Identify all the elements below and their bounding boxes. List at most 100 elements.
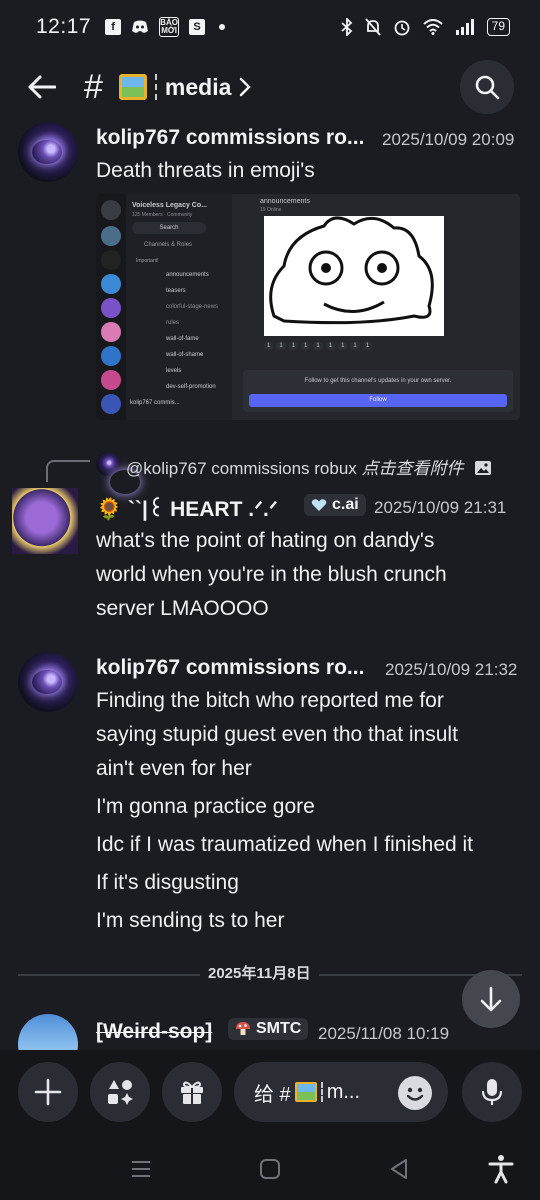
add-attachment-button[interactable] [18, 1062, 78, 1122]
attachment-server-sub: 125 Members · Community [132, 212, 193, 218]
attachment-server-name: Voiceless Legacy Co... [132, 202, 207, 209]
plus-icon [34, 1078, 62, 1106]
system-icons: 79 [341, 18, 510, 36]
attachment-channel: colorful-stage-news [166, 304, 219, 310]
bluetooth-icon [341, 18, 352, 36]
back-nav-icon[interactable] [388, 1158, 410, 1180]
message: kolip767 commissions ro... 2025/10/09 21… [0, 650, 540, 940]
date-divider-label: 2025年11月8日 [200, 962, 319, 983]
recent-apps-icon[interactable] [130, 1158, 152, 1180]
gift-button[interactable] [162, 1062, 222, 1122]
attachment-channel: dev-self-promotion [166, 384, 216, 390]
avatar[interactable] [12, 488, 78, 554]
message-timestamp: 2025/10/09 20:09 [382, 130, 515, 149]
server-icon [101, 322, 121, 342]
doodle-face-illustration [269, 216, 434, 325]
message-timestamp: 2025/10/09 21:31 [374, 498, 507, 517]
reaction-chip: 1 [276, 342, 286, 350]
author-name[interactable]: 🌻 ``|꒰ HEART .ᐟ.ᐟ [96, 494, 278, 522]
chevron-right-icon[interactable] [239, 77, 252, 97]
discord-icon [132, 20, 149, 33]
reaction-row: 1 1 1 1 1 1 1 1 1 [264, 342, 373, 350]
search-icon [475, 75, 500, 100]
avatar[interactable] [18, 122, 78, 182]
reply-preview[interactable]: @kolip767 commissions robux 点击查看附件 [126, 454, 492, 479]
author-name[interactable]: [Weird-sop] [96, 1020, 212, 1044]
server-icon [101, 274, 121, 294]
message-text: Death threats in emoji's [96, 159, 315, 182]
message-text: I'm sending ts to her [96, 909, 285, 932]
reaction-chip: 1 [313, 342, 323, 350]
message-text: saying stupid guest even tho that insult [96, 723, 458, 746]
message-timestamp: 2025/10/09 21:32 [385, 660, 518, 679]
server-icon [101, 394, 121, 414]
message-list[interactable]: kolip767 commissions ro... 2025/10/09 20… [0, 120, 540, 1050]
framed-picture-icon [118, 74, 147, 100]
reaction-chip: 1 [301, 342, 311, 350]
back-button[interactable] [12, 57, 72, 117]
reaction-chip: 1 [288, 342, 299, 350]
attachment-online: 19 Online [260, 207, 282, 213]
baomoi-icon: BÁO MỚI [159, 17, 180, 37]
message-text: I'm gonna practice gore [96, 795, 315, 818]
reply-hint: 点击查看附件 [361, 459, 464, 478]
attachment-channel: wall-of-fame [166, 336, 199, 342]
server-tag[interactable]: c.ai [304, 494, 366, 516]
author-name[interactable]: kolip767 commissions ro... [96, 126, 364, 150]
gift-icon [181, 1081, 203, 1104]
attachment-user: kolip767 commis... [130, 400, 180, 406]
signal-icon [455, 19, 474, 35]
server-tag[interactable]: SMTC [228, 1018, 309, 1040]
smiley-face-icon [406, 1087, 424, 1101]
reaction-chip: 1 [362, 342, 373, 350]
avatar[interactable] [18, 652, 78, 712]
reaction-chip: 1 [325, 342, 336, 350]
author-name[interactable]: kolip767 commissions ro... [96, 656, 364, 680]
accessibility-icon[interactable] [488, 1154, 514, 1184]
input-placeholder-prefix: 给 # [254, 1083, 291, 1106]
server-tag-label: SMTC [256, 1020, 302, 1037]
apps-shapes-icon [108, 1080, 133, 1105]
server-icon [101, 226, 121, 246]
voice-message-button[interactable] [462, 1062, 522, 1122]
message-text: server LMAOOOO [96, 597, 269, 620]
image-attachment[interactable]: Voiceless Legacy Co... 125 Members · Com… [96, 194, 520, 420]
message-input[interactable]: 给 # m... [234, 1062, 448, 1122]
attachment-sidebar: Voiceless Legacy Co... 125 Members · Com… [96, 194, 232, 420]
server-icon [101, 250, 121, 270]
arrow-down-icon [480, 986, 502, 1012]
mute-bell-icon [364, 18, 381, 36]
channel-name[interactable]: media [165, 74, 231, 101]
attachment-channel: levels [166, 368, 182, 374]
reply-avatar [96, 452, 120, 476]
status-bar: 12:17 f BÁO MỚI S 79 [0, 0, 540, 54]
message: [Weird-sop] SMTC 2025/11/08 10:19 [0, 1014, 540, 1050]
attachment-channel-view: announcements 19 Online 1 1 1 1 1 1 1 1 … [236, 194, 520, 420]
microphone-icon [481, 1079, 503, 1105]
message-text: Idc if I was traumatized when I finished… [96, 833, 474, 856]
face-drawing [264, 216, 444, 336]
follow-description: Follow to get this channel's updates in … [304, 378, 452, 384]
apps-button[interactable] [90, 1062, 150, 1122]
battery-indicator: 79 [486, 18, 510, 36]
server-icon [101, 298, 121, 318]
input-placeholder-suffix: m... [326, 1080, 361, 1103]
server-tag-label: c.ai [332, 496, 359, 513]
attachment-search: Search [132, 222, 206, 234]
jump-to-bottom-button[interactable] [462, 970, 520, 1028]
shopee-icon: S [189, 19, 206, 35]
emoji-button[interactable] [398, 1076, 432, 1110]
image-icon [475, 461, 492, 475]
follow-button: Follow [249, 394, 507, 407]
mushroom-badge-icon [236, 1022, 250, 1035]
framed-picture-icon [294, 1082, 317, 1102]
message-composer: 给 # m... [0, 1050, 540, 1140]
channel-hash-icon: # [84, 67, 103, 106]
attachment-channels-roles: Channels & Roles [144, 242, 193, 248]
home-icon[interactable] [259, 1158, 281, 1180]
search-button[interactable] [460, 60, 514, 114]
channel-separator [154, 74, 157, 100]
message-text: world when you're in the blush crunch [96, 563, 447, 586]
system-navigation-bar [0, 1140, 540, 1200]
avatar[interactable] [18, 1014, 78, 1050]
